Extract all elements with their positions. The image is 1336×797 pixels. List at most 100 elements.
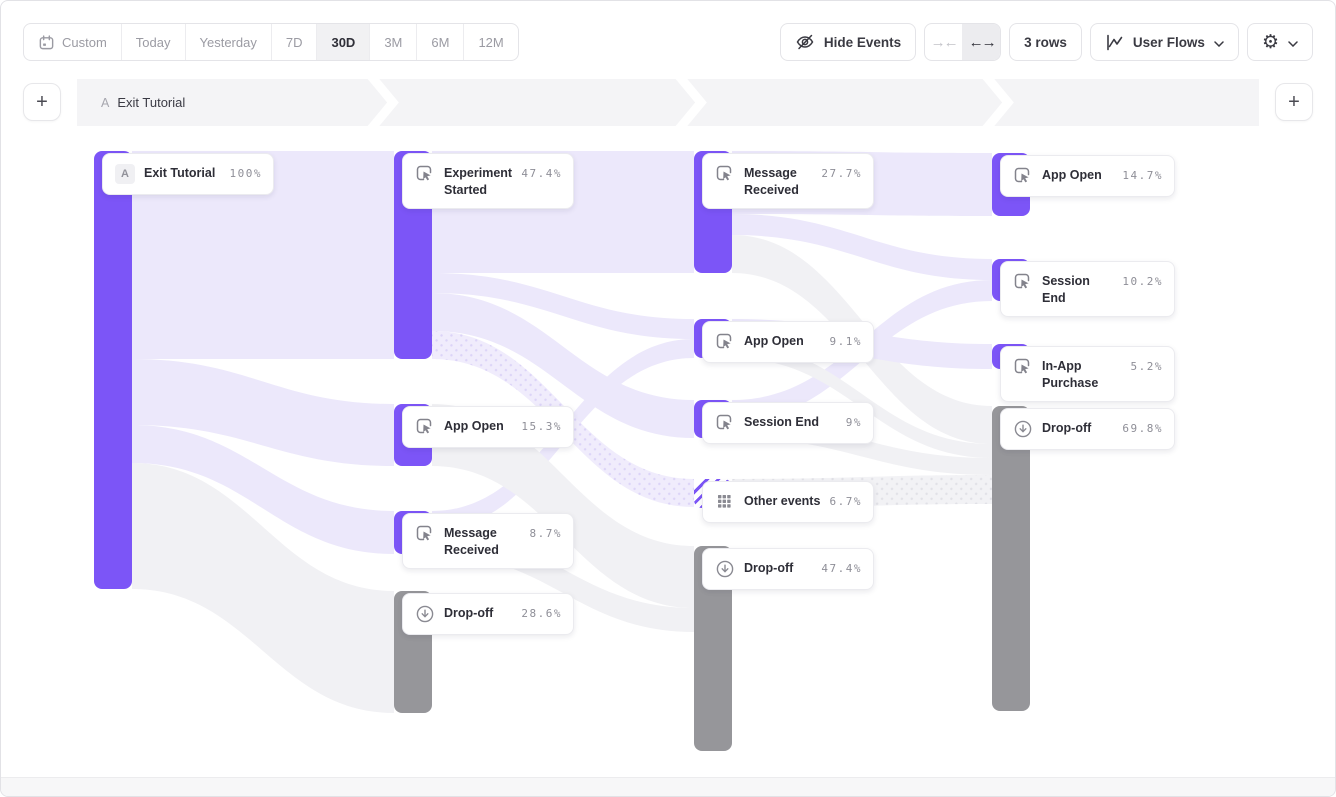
event-icon: [714, 331, 736, 353]
node-label: Experiment Started: [444, 163, 513, 199]
flow-node-card-other-events-3[interactable]: Other events 6.7%: [702, 481, 874, 523]
node-percentage: 100%: [230, 163, 263, 180]
node-percentage: 10.2%: [1122, 271, 1163, 288]
date-range-label: 30D: [331, 35, 355, 50]
event-icon: [714, 412, 736, 434]
node-label: Message Received: [744, 163, 813, 199]
other-events-grid-icon: [714, 491, 736, 513]
node-label: Session End: [1042, 271, 1114, 307]
flow-node-card-message-received-3[interactable]: Message Received 27.7%: [702, 153, 874, 209]
node-label: Drop-off: [444, 603, 493, 622]
date-range-button-yesterday[interactable]: Yesterday: [186, 24, 272, 60]
node-percentage: 6.7%: [830, 491, 863, 508]
event-icon: [1012, 271, 1034, 293]
settings-dropdown[interactable]: ⚙: [1247, 23, 1313, 61]
step-chevron-separators: [77, 79, 1259, 126]
date-range-button-custom[interactable]: Custom: [24, 24, 122, 60]
expand-columns-button[interactable]: ←→: [962, 24, 1000, 60]
event-icon: [714, 163, 736, 185]
expand-icon: ←→: [969, 34, 995, 51]
flow-node-card-session-end-3[interactable]: Session End 9%: [702, 402, 874, 444]
node-label: In-App Purchase: [1042, 356, 1123, 392]
gear-icon: ⚙: [1262, 33, 1279, 52]
node-label: Message Received: [444, 523, 522, 559]
node-label: App Open: [744, 331, 804, 350]
event-icon: [1012, 165, 1034, 187]
user-flows-app: Custom Today Yesterday 7D 30D 3M 6M 12M Hide Ev…: [0, 0, 1336, 797]
node-percentage: 14.7%: [1122, 165, 1163, 182]
date-range-button-30d[interactable]: 30D: [317, 24, 370, 60]
step-band[interactable]: A Exit Tutorial: [77, 79, 1259, 126]
plus-icon: +: [36, 91, 48, 114]
event-icon: [1012, 356, 1034, 378]
date-range-label: Today: [136, 35, 171, 50]
flow-node-card-app-open-3[interactable]: App Open9.1%: [702, 321, 874, 363]
date-range-label: 3M: [384, 35, 402, 50]
step-badge: A: [101, 96, 109, 110]
date-range-button-7d[interactable]: 7D: [272, 24, 318, 60]
step-letter-badge: A: [115, 164, 135, 184]
date-range-button-12m[interactable]: 12M: [464, 24, 517, 60]
node-label: Session End: [744, 412, 819, 431]
flow-node-card-message-received-2[interactable]: Message Received8.7%: [402, 513, 574, 569]
flow-node-card-drop-off-2[interactable]: Drop-off 28.6%: [402, 593, 574, 635]
node-percentage: 28.6%: [521, 603, 562, 620]
flow-node-card-app-open-4[interactable]: App Open 14.7%: [1000, 155, 1175, 197]
step-1-label: A Exit Tutorial: [101, 79, 185, 126]
add-step-before-button[interactable]: +: [23, 83, 61, 121]
flow-node-bar-exit-tutorial[interactable]: [94, 151, 132, 589]
flow-node-card-drop-off-3[interactable]: Drop-off 47.4%: [702, 548, 874, 590]
add-step-after-button[interactable]: +: [1275, 83, 1313, 121]
flow-node-card-exit-tutorial[interactable]: A Exit Tutorial 100%: [102, 153, 274, 195]
date-range-label: 12M: [478, 35, 503, 50]
node-percentage: 15.3%: [521, 416, 562, 433]
event-icon: [414, 523, 436, 545]
flow-node-card-session-end-4[interactable]: Session End 10.2%: [1000, 261, 1175, 317]
collapse-icon: →←: [931, 34, 957, 51]
event-icon: [414, 163, 436, 185]
node-percentage: 5.2%: [1131, 356, 1164, 373]
chevron-down-icon: [1214, 35, 1224, 50]
date-range-label: Yesterday: [200, 35, 257, 50]
node-label: Drop-off: [1042, 418, 1091, 437]
rows-button[interactable]: 3 rows: [1009, 23, 1082, 61]
eye-off-icon: [795, 32, 815, 52]
drop-off-icon: [1012, 418, 1034, 440]
plus-icon: +: [1288, 91, 1300, 114]
node-label: Drop-off: [744, 558, 793, 577]
calendar-icon: [38, 34, 55, 51]
collapse-expand-toggle: →← ←→: [924, 23, 1001, 61]
flow-node-card-experiment-started[interactable]: Experiment Started 47.4%: [402, 153, 574, 209]
hide-events-label: Hide Events: [824, 35, 901, 50]
view-type-dropdown[interactable]: User Flows: [1090, 23, 1239, 61]
flow-node-card-app-open-2[interactable]: App Open15.3%: [402, 406, 574, 448]
flow-node-card-in-app-purchase-4[interactable]: In-App Purchase 5.2%: [1000, 346, 1175, 402]
chevron-down-icon: [1288, 35, 1298, 50]
date-range-button-today[interactable]: Today: [122, 24, 186, 60]
node-percentage: 47.4%: [821, 558, 862, 575]
toolbar-right: Hide Events →← ←→ 3 rows: [780, 23, 1313, 61]
event-icon: [414, 416, 436, 438]
node-percentage: 69.8%: [1122, 418, 1163, 435]
flow-node-card-drop-off-4[interactable]: Drop-off 69.8%: [1000, 408, 1175, 450]
chart-icon: [1105, 33, 1124, 52]
hide-events-button[interactable]: Hide Events: [780, 23, 916, 61]
date-range-label: 7D: [286, 35, 303, 50]
node-label: App Open: [1042, 165, 1102, 184]
rows-label: 3 rows: [1024, 35, 1067, 50]
flow-node-bar-drop-off-4[interactable]: [992, 406, 1030, 711]
collapse-columns-button[interactable]: →←: [925, 24, 962, 60]
node-label: Other events: [744, 491, 820, 510]
date-range-button-3m[interactable]: 3M: [370, 24, 417, 60]
node-percentage: 27.7%: [821, 163, 862, 180]
date-range-label: Custom: [62, 35, 107, 50]
date-range-selector: Custom Today Yesterday 7D 30D 3M 6M 12M: [23, 23, 519, 61]
drop-off-icon: [714, 558, 736, 580]
toolbar: Custom Today Yesterday 7D 30D 3M 6M 12M Hide Ev…: [23, 23, 1313, 61]
node-percentage: 47.4%: [521, 163, 562, 180]
step-title: Exit Tutorial: [117, 95, 185, 110]
drop-off-icon: [414, 603, 436, 625]
node-percentage: 9%: [846, 412, 862, 429]
node-label: Exit Tutorial: [144, 163, 215, 182]
date-range-button-6m[interactable]: 6M: [417, 24, 464, 60]
